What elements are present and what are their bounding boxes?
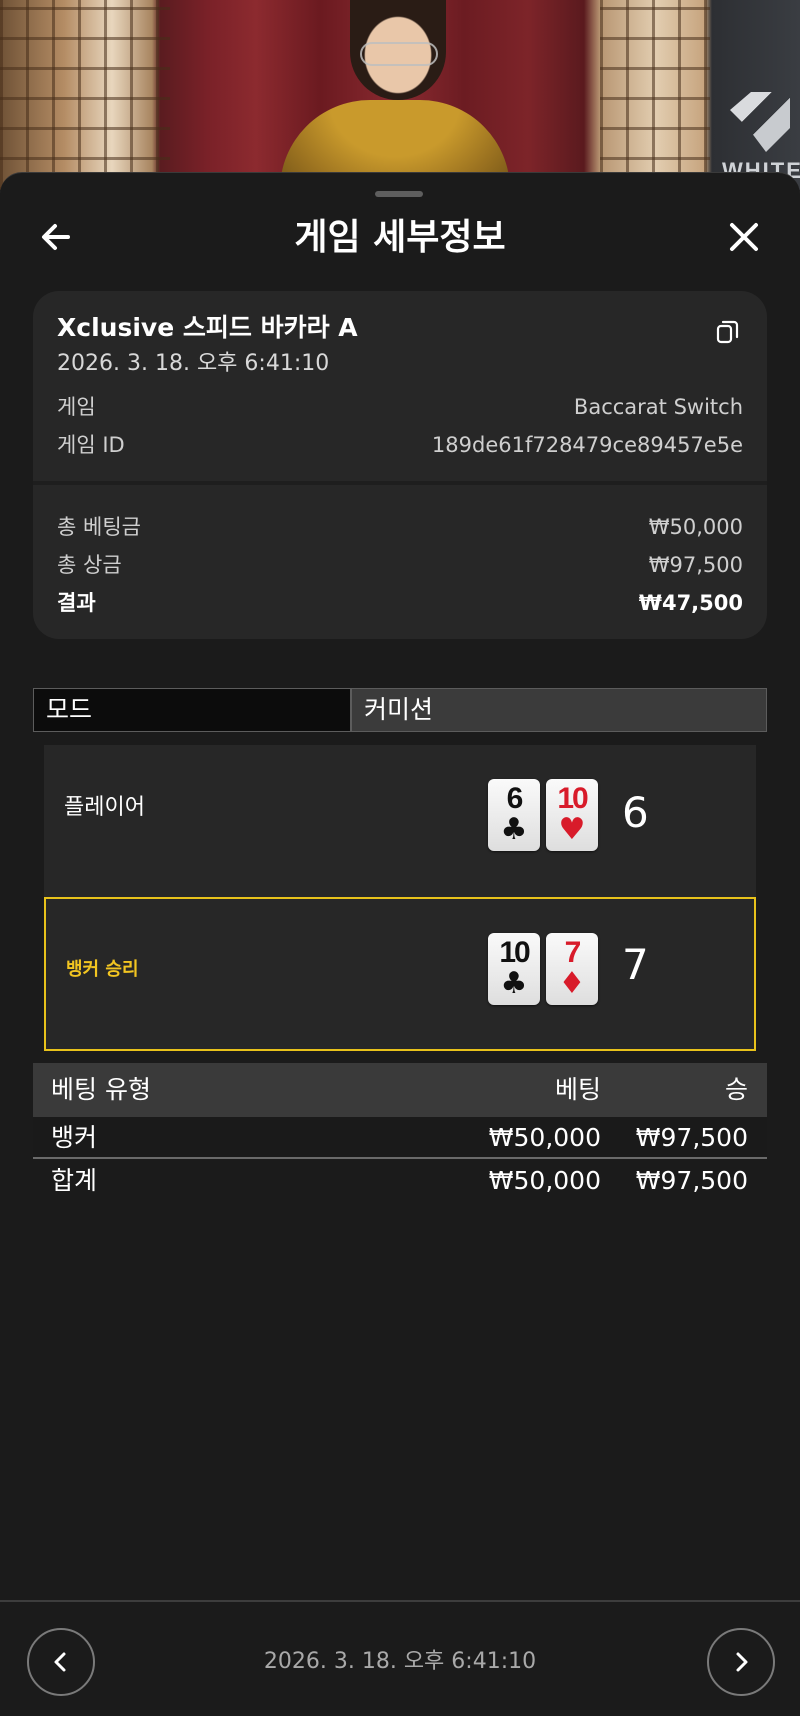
- chevron-right-icon: [736, 1652, 748, 1672]
- result-row: 결과 ₩47,500: [57, 589, 743, 617]
- bets-table-header: 베팅 유형 베팅 승: [33, 1063, 767, 1117]
- total-label: 합계: [51, 1166, 98, 1195]
- playing-card: 6 ♣: [488, 779, 540, 851]
- game-value: Baccarat Switch: [573, 395, 743, 419]
- game-id-label: 게임 ID: [57, 433, 125, 457]
- player-score: 6: [622, 788, 649, 837]
- game-row: 게임 Baccarat Switch: [57, 393, 743, 421]
- copy-icon: [716, 320, 739, 344]
- playing-card: 10 ♥: [546, 779, 598, 851]
- card-rank: 6: [506, 782, 524, 815]
- club-suit-icon: ♣: [500, 812, 528, 847]
- mode-value: 커미션: [352, 689, 766, 731]
- total-win-row: 총 상금 ₩97,500: [57, 551, 743, 579]
- player-label: 플레이어: [64, 795, 145, 820]
- win-amount-cell: ₩97,500: [635, 1123, 748, 1152]
- col-bet: 베팅: [554, 1075, 601, 1104]
- mode-label: 모드: [34, 689, 352, 731]
- close-button[interactable]: [716, 209, 772, 265]
- total-win-amount: ₩97,500: [635, 1166, 748, 1195]
- game-summary-card: Xclusive 스피드 바카라 A 2026. 3. 18. 오후 6:41:…: [33, 291, 767, 639]
- total-win-value: ₩97,500: [648, 553, 743, 577]
- dealer-glasses: [360, 42, 438, 66]
- card-divider: [33, 481, 767, 485]
- footer-datetime: 2026. 3. 18. 오후 6:41:10: [263, 1649, 537, 1674]
- table-row: 뱅커 ₩50,000 ₩97,500: [33, 1117, 767, 1159]
- total-bet-amount: ₩50,000: [488, 1166, 601, 1195]
- playing-card: 7 ♦: [546, 933, 598, 1005]
- total-bet-label: 총 베팅금: [57, 515, 141, 539]
- total-win-label: 총 상금: [57, 553, 122, 577]
- bet-type-cell: 뱅커: [51, 1123, 98, 1152]
- bets-table: 베팅 유형 베팅 승 뱅커 ₩50,000 ₩97,500 합계 ₩50,000…: [33, 1063, 767, 1203]
- sheet-drag-handle[interactable]: [375, 191, 423, 197]
- game-details-sheet: 게임 세부정보 Xclusive 스피드 바카라 A 2026. 3. 18. …: [0, 172, 800, 1716]
- col-win: 승: [724, 1075, 748, 1104]
- round-datetime: 2026. 3. 18. 오후 6:41:10: [57, 351, 330, 376]
- result-value: ₩47,500: [638, 591, 743, 615]
- card-rank: 7: [564, 936, 582, 969]
- game-id-value[interactable]: 189de61f728479ce89457e5e: [432, 431, 743, 459]
- col-bet-type: 베팅 유형: [51, 1075, 151, 1104]
- card-rank: 10: [557, 782, 588, 815]
- next-round-button[interactable]: [707, 1628, 775, 1696]
- mode-row: 모드 커미션: [33, 688, 767, 732]
- playing-card: 10 ♣: [488, 933, 540, 1005]
- page-title: 게임 세부정보: [294, 217, 506, 258]
- banker-hand: 뱅커 승리 10 ♣ 7 ♦ 7: [44, 897, 756, 1051]
- total-row: 합계 ₩50,000 ₩97,500: [33, 1159, 767, 1203]
- bet-amount-cell: ₩50,000: [488, 1123, 601, 1152]
- studio-logo-icon: [730, 92, 790, 152]
- banker-label: 뱅커 승리: [66, 959, 139, 980]
- diamond-suit-icon: ♦: [558, 966, 586, 1001]
- live-video-background: WHITE: [0, 0, 800, 190]
- round-navigation-footer: 2026. 3. 18. 오후 6:41:10: [0, 1600, 800, 1716]
- close-icon: [730, 223, 758, 251]
- heart-suit-icon: ♥: [558, 812, 586, 847]
- player-hand: 플레이어 6 ♣ 10 ♥ 6: [44, 745, 756, 899]
- table-name: Xclusive 스피드 바카라 A: [57, 313, 358, 342]
- club-suit-icon: ♣: [500, 966, 528, 1001]
- card-rank: 10: [499, 936, 530, 969]
- window-lattice-right: [600, 0, 710, 190]
- game-id-row: 게임 ID 189de61f728479ce89457e5e: [57, 431, 743, 459]
- game-label: 게임: [57, 395, 96, 419]
- total-bet-value: ₩50,000: [648, 515, 743, 539]
- banker-score: 7: [622, 940, 649, 989]
- copy-button[interactable]: [713, 317, 743, 347]
- window-lattice-left: [0, 0, 170, 190]
- total-bet-row: 총 베팅금 ₩50,000: [57, 513, 743, 541]
- result-label: 결과: [57, 591, 96, 615]
